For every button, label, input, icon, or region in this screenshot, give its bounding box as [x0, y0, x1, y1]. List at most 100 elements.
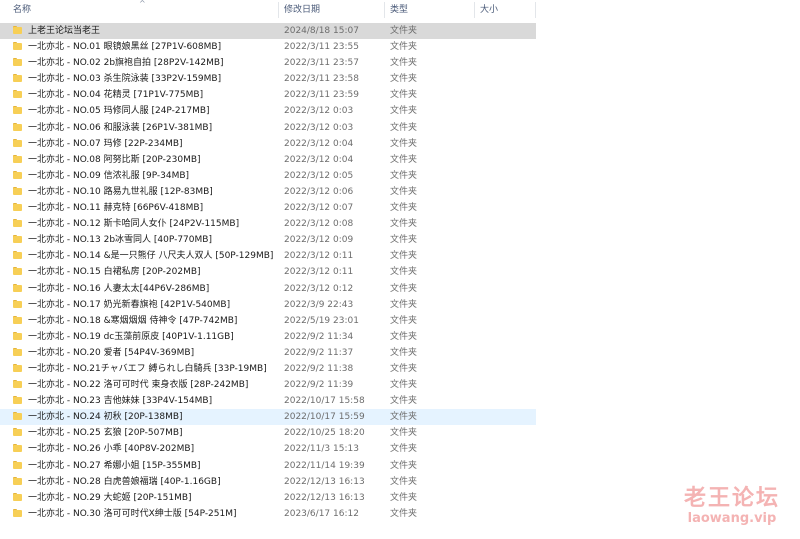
file-type: 文件夹	[390, 315, 418, 326]
file-row[interactable]: 一北亦北 - NO.23 吉他妹妹 [33P4V-154MB] 2022/10/1…	[0, 393, 536, 409]
file-row[interactable]: 一北亦北 - NO.18 &寒烟烟烟 侍神令 [47P-742MB] 2022/5…	[0, 313, 536, 329]
file-type: 文件夹	[390, 154, 418, 165]
file-type: 文件夹	[390, 444, 418, 455]
file-name: 一北亦北 - NO.27 希娜小姐 [15P-355MB]	[28, 460, 201, 471]
watermark-url: laowang.vip	[687, 511, 777, 526]
file-row[interactable]: 一北亦北 - NO.15 白裙私房 [20P-202MB] 2022/3/12 0…	[0, 264, 536, 280]
file-row[interactable]: 一北亦北 - NO.07 玛修 [22P-234MB] 2022/3/12 0:0…	[0, 136, 536, 152]
file-row[interactable]: 一北亦北 - NO.09 信浓礼服 [9P-34MB] 2022/3/12 0:0…	[0, 168, 536, 184]
file-date: 2022/3/11 23:57	[284, 58, 359, 69]
file-name: 一北亦北 - NO.12 斯卡哈同人女仆 [24P2V-115MB]	[28, 219, 240, 230]
file-date: 2022/3/12 0:03	[284, 122, 354, 133]
file-row[interactable]: 上老王论坛当老王 2024/8/18 15:07 文件夹	[0, 23, 536, 40]
file-type: 文件夹	[390, 412, 418, 423]
file-type: 文件夹	[390, 476, 418, 487]
file-row[interactable]: 一北亦北 - NO.19 dc玉藻前原皮 [40P1V-1.11GB] 2022/…	[0, 329, 536, 345]
file-date: 2022/3/11 23:59	[284, 90, 359, 101]
file-date: 2022/10/17 15:59	[284, 412, 365, 423]
file-date: 2022/11/14 19:39	[284, 460, 365, 471]
file-row[interactable]: 一北亦北 - NO.14 &是一只熊仔 八尺夫人双人 [50P-129MB] 20…	[0, 248, 536, 264]
file-type: 文件夹	[390, 122, 418, 133]
folder-icon	[13, 58, 22, 67]
file-row[interactable]: 一北亦北 - NO.06 和服泳装 [26P1V-381MB] 2022/3/12…	[0, 120, 536, 136]
file-row[interactable]: 一北亦北 - NO.25 玄狼 [20P-507MB] 2022/10/25 18…	[0, 425, 536, 441]
file-type: 文件夹	[390, 508, 418, 519]
column-header: ^ 名称 修改日期 类型 大小	[0, 0, 536, 20]
file-name: 一北亦北 - NO.01 眼镜娘黑丝 [27P1V-608MB]	[28, 42, 222, 53]
file-name: 一北亦北 - NO.24 初秋 [20P-138MB]	[28, 412, 183, 423]
file-type: 文件夹	[390, 331, 418, 342]
file-row[interactable]: 一北亦北 - NO.17 奶光新春旗袍 [42P1V-540MB] 2022/3/…	[0, 297, 536, 313]
file-row[interactable]: 一北亦北 - NO.22 洛可可时代 束身衣版 [28P-242MB] 2022/…	[0, 377, 536, 393]
file-name: 一北亦北 - NO.22 洛可可时代 束身衣版 [28P-242MB]	[28, 380, 249, 391]
file-row[interactable]: 一北亦北 - NO.10 路易九世礼服 [12P-83MB] 2022/3/12 …	[0, 184, 536, 200]
file-type: 文件夹	[390, 251, 418, 262]
file-type: 文件夹	[390, 396, 418, 407]
file-name: 一北亦北 - NO.08 阿努比斯 [20P-230MB]	[28, 154, 201, 165]
file-row[interactable]: 一北亦北 - NO.20 爱者 [54P4V-369MB] 2022/9/2 11…	[0, 345, 536, 361]
folder-icon	[13, 26, 22, 34]
file-row[interactable]: 一北亦北 - NO.11 赫克特 [66P6V-418MB] 2022/3/12 …	[0, 200, 536, 216]
file-row[interactable]: 一北亦北 - NO.03 杀生院泳装 [33P2V-159MB] 2022/3/1…	[0, 71, 536, 87]
file-date: 2022/3/12 0:05	[284, 170, 354, 181]
column-type[interactable]: 类型	[390, 0, 408, 20]
file-row[interactable]: 一北亦北 - NO.08 阿努比斯 [20P-230MB] 2022/3/12 0…	[0, 152, 536, 168]
file-row[interactable]: 一北亦北 - NO.16 人妻太太[44P6V-286MB] 2022/3/12 …	[0, 281, 536, 297]
file-row[interactable]: 一北亦北 - NO.04 花精灵 [71P1V-775MB] 2022/3/11 …	[0, 87, 536, 103]
folder-icon	[13, 412, 22, 421]
file-date: 2022/3/9 22:43	[284, 299, 354, 310]
file-type: 文件夹	[390, 186, 418, 197]
file-type: 文件夹	[390, 26, 418, 36]
file-date: 2022/3/12 0:04	[284, 154, 354, 165]
file-type: 文件夹	[390, 380, 418, 391]
file-row[interactable]: 一北亦北 - NO.12 斯卡哈同人女仆 [24P2V-115MB] 2022/3…	[0, 216, 536, 232]
file-row[interactable]: 一北亦北 - NO.28 白虎兽娘福瑞 [40P-1.16GB] 2022/12/…	[0, 474, 536, 490]
file-type: 文件夹	[390, 106, 418, 117]
folder-icon	[13, 122, 22, 131]
folder-icon	[13, 42, 22, 51]
folder-icon	[13, 331, 22, 340]
column-divider[interactable]	[384, 2, 385, 18]
column-size[interactable]: 大小	[480, 0, 498, 20]
sort-arrow-icon[interactable]: ^	[139, 0, 146, 9]
file-name: 一北亦北 - NO.29 大蛇姬 [20P-151MB]	[28, 492, 192, 503]
file-date: 2022/5/19 23:01	[284, 315, 359, 326]
file-row[interactable]: 一北亦北 - NO.13 2b冰雪同人 [40P-770MB] 2022/3/12…	[0, 232, 536, 248]
file-type: 文件夹	[390, 74, 418, 85]
column-divider[interactable]	[278, 2, 279, 18]
file-row[interactable]: 一北亦北 - NO.30 洛可可时代X绅士版 [54P-251M] 2023/6/…	[0, 506, 536, 522]
file-date: 2022/3/11 23:58	[284, 74, 359, 85]
file-date: 2022/10/25 18:20	[284, 428, 365, 439]
file-row[interactable]: 一北亦北 - NO.05 玛修同人服 [24P-217MB] 2022/3/12 …	[0, 103, 536, 119]
folder-icon	[13, 170, 22, 179]
file-date: 2022/3/12 0:12	[284, 283, 354, 294]
file-name: 一北亦北 - NO.18 &寒烟烟烟 侍神令 [47P-742MB]	[28, 315, 238, 326]
folder-icon	[13, 508, 22, 517]
folder-icon	[13, 444, 22, 453]
column-date[interactable]: 修改日期	[284, 0, 320, 20]
column-name[interactable]: 名称	[13, 0, 31, 20]
file-row[interactable]: 一北亦北 - NO.26 小乖 [40P8V-202MB] 2022/11/3 1…	[0, 441, 536, 457]
file-row[interactable]: 一北亦北 - NO.29 大蛇姬 [20P-151MB] 2022/12/13 1…	[0, 490, 536, 506]
file-date: 2022/3/12 0:08	[284, 219, 354, 230]
folder-icon	[13, 315, 22, 324]
file-name: 一北亦北 - NO.09 信浓礼服 [9P-34MB]	[28, 170, 190, 181]
file-row[interactable]: 一北亦北 - NO.27 希娜小姐 [15P-355MB] 2022/11/14 …	[0, 458, 536, 474]
file-type: 文件夹	[390, 428, 418, 439]
column-divider[interactable]	[535, 2, 536, 18]
file-date: 2022/3/11 23:55	[284, 42, 359, 53]
file-row[interactable]: 一北亦北 - NO.02 2b旗袍自拍 [28P2V-142MB] 2022/3/…	[0, 55, 536, 71]
file-row[interactable]: 一北亦北 - NO.01 眼镜娘黑丝 [27P1V-608MB] 2022/3/1…	[0, 39, 536, 55]
file-name: 一北亦北 - NO.06 和服泳装 [26P1V-381MB]	[28, 122, 213, 133]
file-type: 文件夹	[390, 299, 418, 310]
file-type: 文件夹	[390, 170, 418, 181]
file-row[interactable]: 一北亦北 - NO.24 初秋 [20P-138MB] 2022/10/17 15…	[0, 409, 536, 426]
folder-icon	[13, 235, 22, 244]
file-row[interactable]: 一北亦北 - NO.21チャバエフ 縛られし白騎兵 [33P-19MB] 2022…	[0, 361, 536, 377]
folder-icon	[13, 106, 22, 115]
file-date: 2023/6/17 16:12	[284, 508, 359, 519]
file-type: 文件夹	[390, 42, 418, 53]
file-date: 2022/3/12 0:04	[284, 138, 354, 149]
file-type: 文件夹	[390, 460, 418, 471]
column-divider[interactable]	[474, 2, 475, 18]
